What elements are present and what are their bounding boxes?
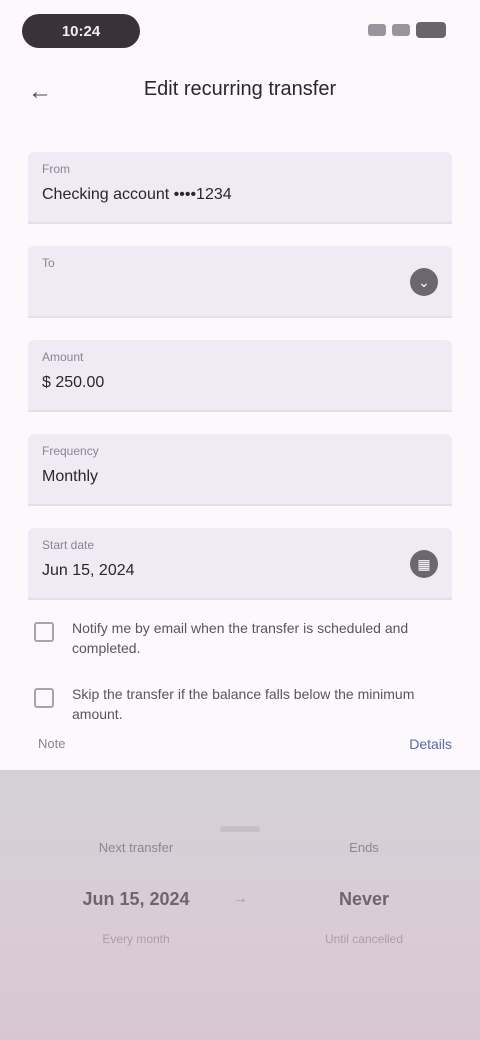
next-transfer-summary: Next transfer Jun 15, 2024 Every month (56, 840, 216, 946)
summary-value: Never (338, 889, 390, 909)
option-skip[interactable]: Skip the transfer if the balance falls b… (28, 674, 452, 734)
drag-handle[interactable] (220, 826, 260, 832)
transfer-form: From Checking account ••••1234 To ⌄ Amou… (28, 152, 452, 622)
frequency-label: Frequency (42, 444, 99, 458)
from-label: From (42, 162, 70, 176)
summary-sub: Every month (102, 932, 170, 946)
summary-sub: Until cancelled (324, 932, 404, 946)
calendar-icon[interactable]: ▦ (410, 550, 438, 578)
details-link[interactable]: Details (409, 736, 452, 752)
summary-sheet: Next transfer Jun 15, 2024 Every month →… (0, 770, 480, 1040)
options-list: Notify me by email when the transfer is … (28, 608, 452, 740)
status-bar: 10:24 (0, 0, 480, 64)
frequency-value: Monthly (42, 468, 99, 485)
link-row: Note Details (28, 730, 452, 760)
end-summary: Ends Never Until cancelled (284, 840, 444, 946)
chevron-down-icon[interactable]: ⌄ (410, 268, 438, 296)
option-text: Notify me by email when the transfer is … (72, 620, 409, 656)
battery-icon (416, 22, 446, 38)
checkbox[interactable] (34, 622, 54, 642)
amount-value: $ 250.00 (42, 374, 105, 391)
amount-label: Amount (42, 350, 84, 364)
summary-value: Jun 15, 2024 (82, 889, 190, 909)
frequency-field[interactable]: Frequency Monthly (28, 434, 452, 506)
start-date-field[interactable]: Start date Jun 15, 2024 ▦ (28, 528, 452, 600)
page-title: Edit recurring transfer (143, 78, 337, 100)
summary-caption: Ends (349, 840, 379, 855)
from-value: Checking account ••••1234 (42, 186, 232, 203)
signal-icon (368, 24, 386, 36)
option-text: Skip the transfer if the balance falls b… (72, 686, 415, 722)
status-time: 10:24 (22, 14, 140, 48)
note-text: Note (38, 736, 66, 751)
back-arrow-icon[interactable]: ← (20, 72, 60, 112)
summary-caption: Next transfer (98, 840, 174, 855)
wifi-icon (392, 24, 410, 36)
checkbox[interactable] (34, 688, 54, 708)
arrow-right-icon: → (232, 890, 248, 907)
amount-field[interactable]: Amount $ 250.00 (28, 340, 452, 412)
start-date-label: Start date (42, 538, 95, 552)
option-notify[interactable]: Notify me by email when the transfer is … (28, 608, 452, 668)
start-date-value: Jun 15, 2024 (42, 562, 135, 579)
from-field[interactable]: From Checking account ••••1234 (28, 152, 452, 224)
to-label: To (42, 256, 55, 270)
app-bar: ← Edit recurring transfer (0, 64, 480, 120)
to-field[interactable]: To ⌄ (28, 246, 452, 318)
status-icons (368, 20, 446, 40)
